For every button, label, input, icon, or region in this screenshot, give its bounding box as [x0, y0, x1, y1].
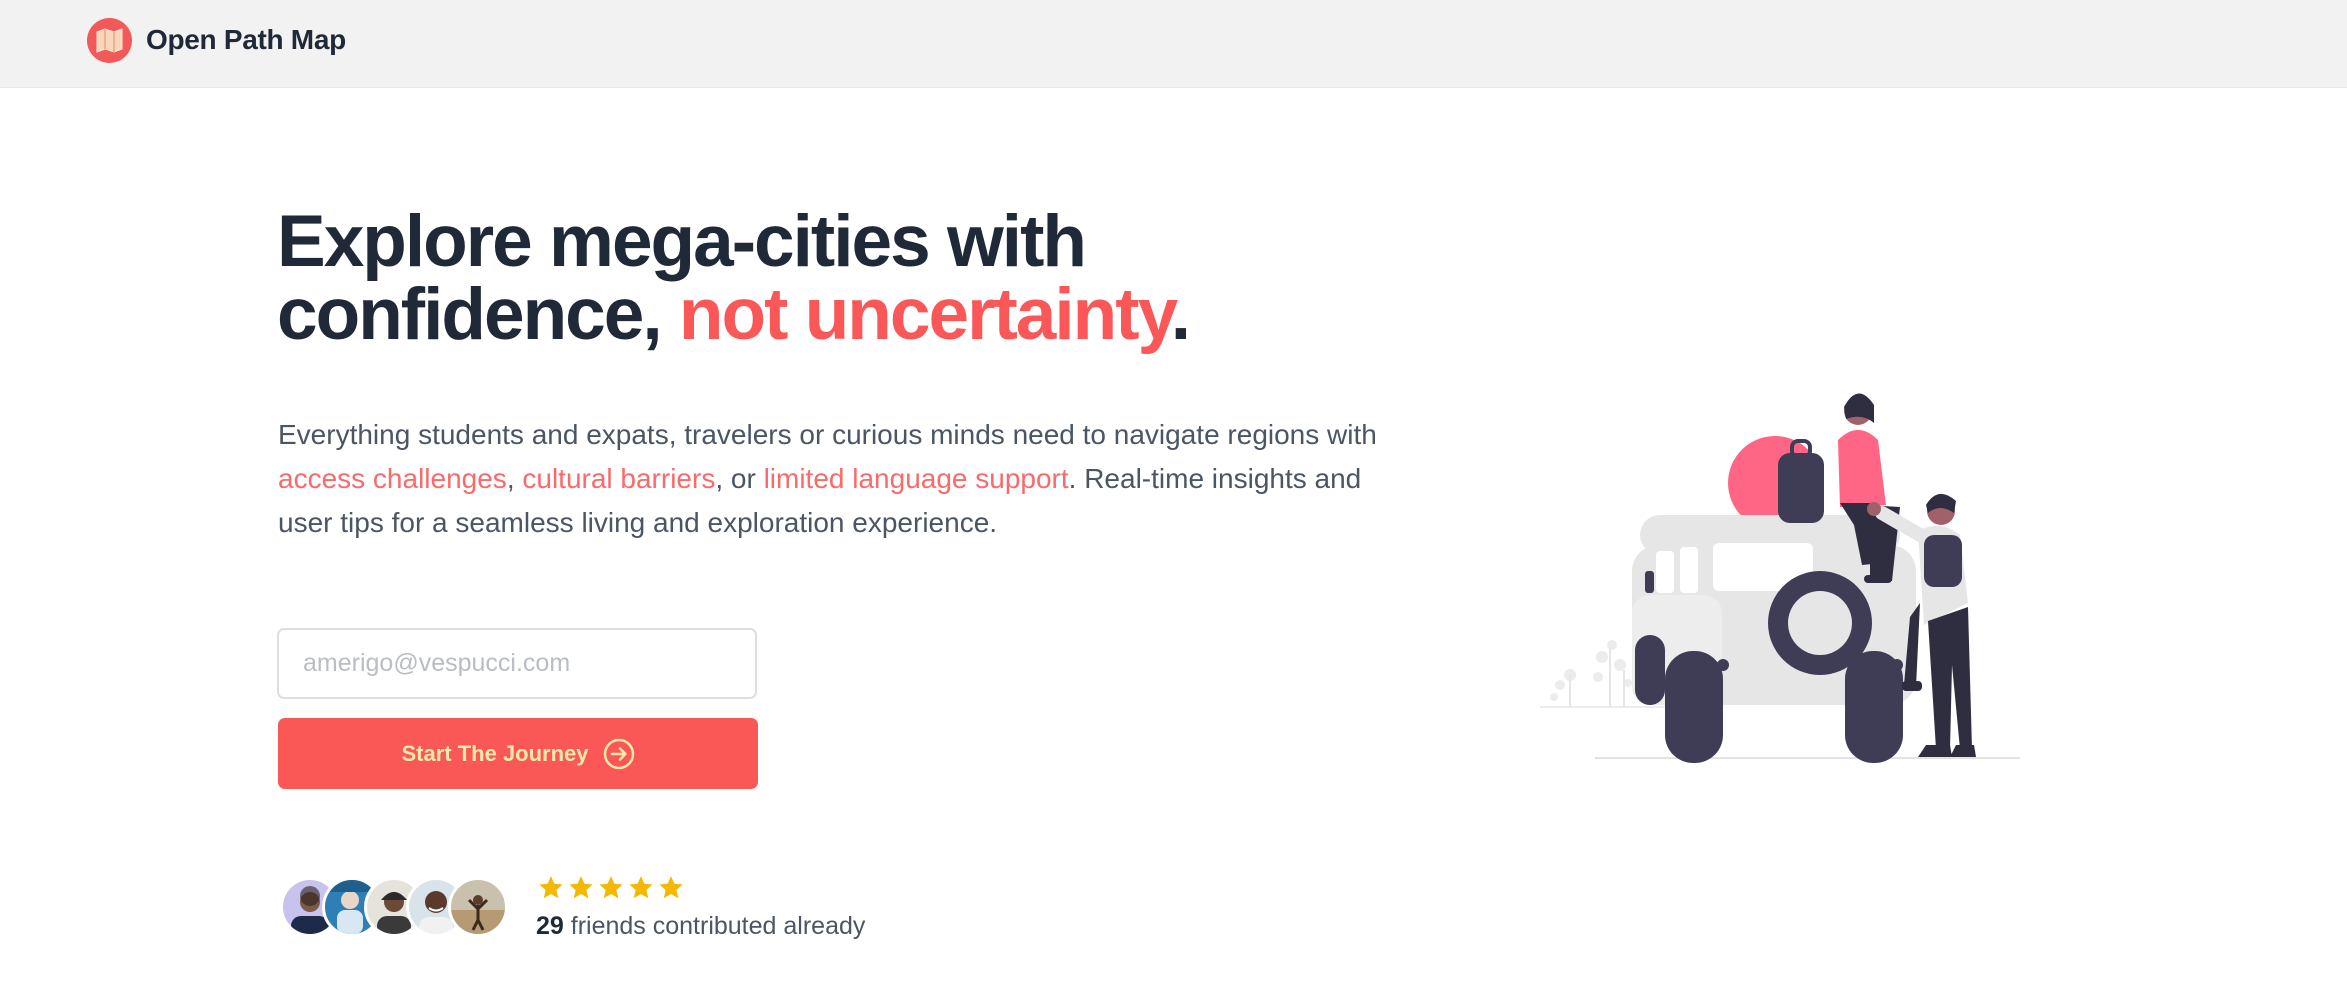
contributors-text: 29 friends contributed already — [536, 912, 865, 941]
star-icon — [629, 876, 653, 899]
star-icon — [539, 876, 563, 899]
highlight-cultural-barriers: cultural barriers — [522, 463, 716, 494]
hero-description: Everything students and expats, traveler… — [278, 413, 1378, 545]
headline-period: . — [1170, 274, 1191, 355]
star-icon — [659, 876, 683, 899]
description-separator-1: , — [506, 463, 523, 494]
top-navbar: Open Path Map — [0, 0, 2347, 88]
description-text-1: Everything students and expats, traveler… — [278, 419, 1377, 450]
contributor-count: 29 — [536, 912, 564, 940]
highlight-language-support: limited language support — [763, 463, 1069, 494]
start-journey-label: Start The Journey — [401, 740, 589, 766]
headline-accent: not uncertainty — [678, 274, 1173, 355]
description-separator-2: , or — [715, 463, 764, 494]
star-icon — [599, 876, 623, 899]
two-travelers-with-jeep-illustration — [1540, 393, 2020, 763]
brand-name[interactable]: Open Path Map — [146, 24, 346, 56]
highlight-access-challenges: access challenges — [278, 463, 507, 494]
email-input[interactable] — [277, 628, 757, 699]
start-journey-button[interactable]: Start The Journey — [278, 718, 758, 789]
avatar[interactable] — [448, 877, 508, 937]
contributor-label: friends contributed already — [563, 912, 866, 940]
hero-headline: Explore mega-cities with confidence, not … — [277, 205, 1477, 351]
headline-line-2: confidence, — [277, 274, 679, 355]
star-icon — [569, 876, 593, 899]
rating-stars — [537, 874, 685, 904]
headline-line-1: Explore mega-cities with — [277, 201, 1087, 282]
map-icon[interactable] — [87, 18, 132, 63]
contributor-avatars — [280, 877, 520, 941]
arrow-right-circle-icon — [603, 738, 634, 769]
